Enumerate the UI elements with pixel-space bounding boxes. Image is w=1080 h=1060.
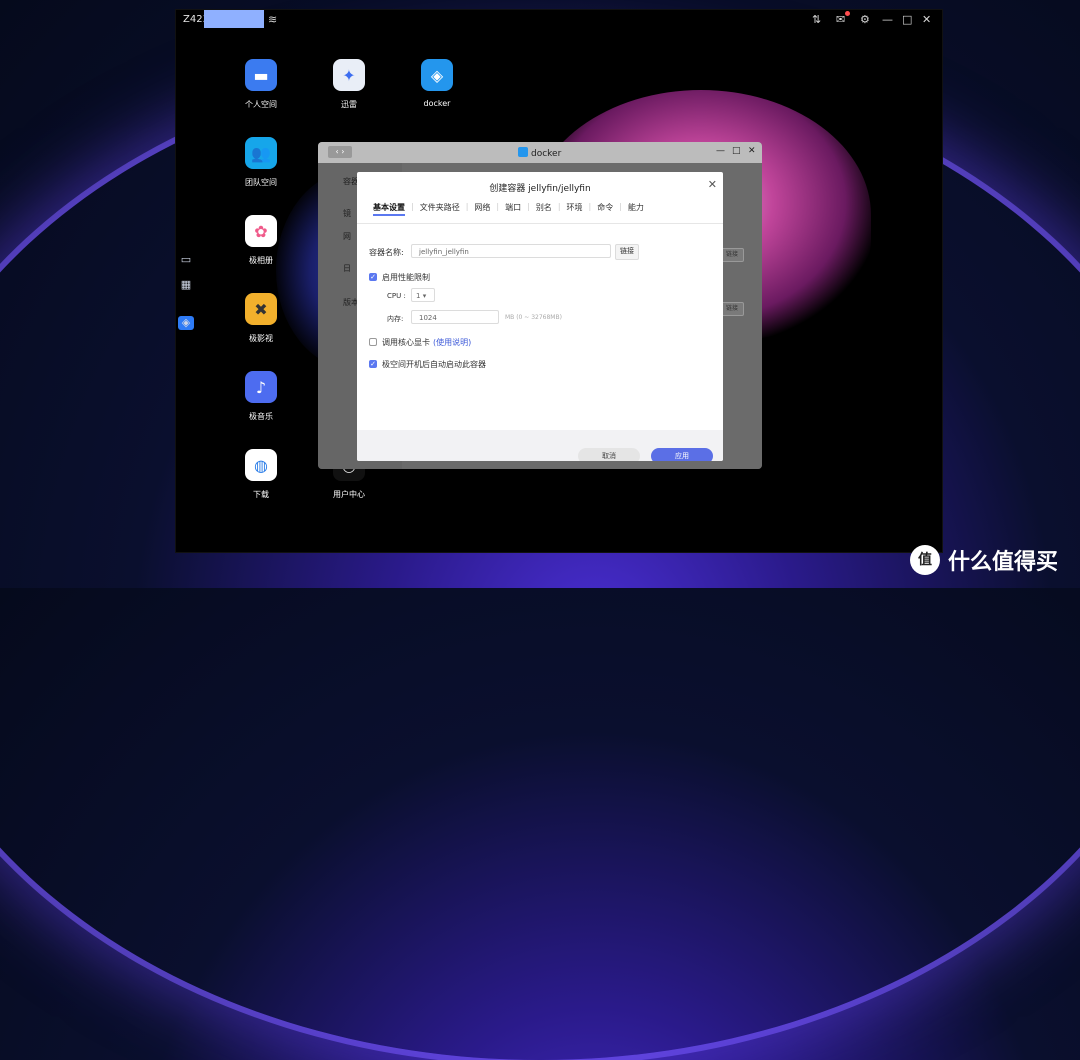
download-globe-icon: ◍	[245, 449, 277, 481]
gear-icon[interactable]: ⚙	[860, 13, 870, 26]
docker-window-title: docker	[518, 147, 561, 159]
enable-limit-label: 启用性能限制	[382, 273, 430, 282]
back-forward-nav[interactable]: ‹ ›	[328, 146, 352, 158]
create-container-dialog: 创建容器 jellyfin/jellyfin ✕ 基本设置 | 文件夹路径 | 网络…	[357, 172, 723, 461]
close-icon[interactable]: ✕	[922, 13, 931, 26]
apply-button[interactable]: 应用	[651, 448, 713, 461]
close-icon[interactable]: ✕	[748, 146, 756, 156]
container-name-input[interactable]: jellyfin_jellyfin	[411, 244, 611, 258]
cpu-label: CPU :	[387, 292, 406, 300]
sidebar-item-logs[interactable]: 日	[343, 263, 351, 274]
app-label: 极影视	[249, 334, 273, 343]
app-label: 下载	[253, 490, 269, 499]
team-folder-icon: 👥	[245, 137, 277, 169]
minimize-icon[interactable]: —	[882, 13, 893, 26]
docker-dock-icon[interactable]: ◈	[178, 316, 194, 330]
watermark-text: 什么值得买	[948, 550, 1059, 575]
redacted-region	[204, 10, 264, 28]
memory-input[interactable]: 1024	[411, 310, 499, 324]
app-label: docker	[423, 99, 451, 108]
app-photos[interactable]: ✿ 极相册	[221, 215, 301, 266]
tab-environment[interactable]: 环境	[561, 202, 589, 216]
cancel-button[interactable]: 取消	[578, 448, 640, 461]
app-xunlei[interactable]: ✦ 迅雷	[309, 59, 389, 110]
photos-icon: ✿	[245, 215, 277, 247]
close-icon[interactable]: ✕	[708, 178, 717, 191]
watermark-logo: 值	[910, 545, 940, 575]
folder-icon: ▬	[245, 59, 277, 91]
memory-hint: MB (0 ~ 32768MB)	[505, 314, 562, 321]
transfer-icon[interactable]: ⇅	[812, 13, 821, 26]
tab-basic-settings[interactable]: 基本设置	[367, 202, 411, 216]
app-label: 迅雷	[341, 100, 357, 109]
dialog-title: 创建容器 jellyfin/jellyfin	[489, 184, 591, 194]
xunlei-bird-icon: ✦	[333, 59, 365, 91]
app-music[interactable]: ♪ 极音乐	[221, 371, 301, 422]
app-docker[interactable]: ◈ docker	[397, 59, 477, 108]
sidebar-item-network[interactable]: 网	[343, 231, 351, 242]
tab-ports[interactable]: 端口	[499, 202, 527, 216]
tab-network[interactable]: 网络	[468, 202, 496, 216]
app-label: 团队空间	[245, 178, 277, 187]
wifi-icon: ≋	[268, 13, 278, 26]
enable-limit-checkbox[interactable]: ✓	[369, 273, 377, 281]
top-bar: Z423- ≋ ⇅ ✉ ⚙ — □ ✕	[176, 10, 942, 30]
memory-label: 内存:	[387, 315, 404, 323]
tabs-divider	[357, 223, 723, 224]
app-personal-space[interactable]: ▬ 个人空间	[221, 59, 301, 110]
app-label: 个人空间	[245, 100, 277, 109]
maximize-icon[interactable]: □	[902, 13, 912, 26]
nas-desktop-window: Z423- ≋ ⇅ ✉ ⚙ — □ ✕ ▭ ▦ ◈ ▬ 个人空间 ✦ 迅雷 ◈ …	[175, 9, 943, 553]
link-button[interactable]: 链接	[615, 244, 639, 260]
cpu-value: 1	[416, 292, 421, 300]
autostart-checkbox[interactable]: ✓	[369, 360, 377, 368]
autostart-label: 极空间开机后自动启动此容器	[382, 360, 486, 369]
watermark: 值 什么值得买	[910, 544, 1058, 576]
notification-badge	[845, 11, 850, 16]
app-label: 用户中心	[333, 490, 365, 499]
gpu-help-link[interactable]: (使用说明)	[433, 337, 471, 348]
link-button[interactable]: 链接	[720, 302, 744, 316]
gpu-label: 调用核心显卡	[382, 338, 430, 347]
dialog-tabs: 基本设置 | 文件夹路径 | 网络 | 端口 | 别名 | 环境 | 命令 | 能力	[367, 202, 650, 216]
tab-alias[interactable]: 别名	[530, 202, 558, 216]
sidebar-item-images[interactable]: 镜	[343, 208, 351, 219]
apps-grid-icon[interactable]: ▦	[178, 278, 194, 292]
cpu-select[interactable]: 1 ▾	[411, 288, 435, 302]
storage-icon[interactable]: ▭	[178, 253, 194, 267]
docker-whale-icon: ◈	[421, 59, 453, 91]
app-label: 极音乐	[249, 412, 273, 421]
container-name-label: 容器名称:	[369, 248, 404, 257]
tab-command[interactable]: 命令	[591, 202, 619, 216]
music-icon: ♪	[245, 371, 277, 403]
mail-icon[interactable]: ✉	[836, 13, 845, 26]
app-label: 极相册	[249, 256, 273, 265]
video-icon: ✖	[245, 293, 277, 325]
minimize-icon[interactable]: —	[716, 146, 725, 156]
link-button[interactable]: 链接	[720, 248, 744, 262]
docker-window-header: ‹ › docker — □ ✕	[318, 142, 762, 163]
app-team-space[interactable]: 👥 团队空间	[221, 137, 301, 188]
gpu-checkbox[interactable]	[369, 338, 377, 346]
maximize-icon[interactable]: □	[732, 146, 741, 156]
chevron-down-icon: ▾	[422, 292, 427, 300]
docker-title-text: docker	[531, 149, 562, 159]
app-download[interactable]: ◍ 下载	[221, 449, 301, 500]
tab-capabilities[interactable]: 能力	[622, 202, 650, 216]
docker-logo-icon	[518, 147, 528, 157]
app-video[interactable]: ✖ 极影视	[221, 293, 301, 344]
tab-folder-path[interactable]: 文件夹路径	[414, 202, 466, 216]
